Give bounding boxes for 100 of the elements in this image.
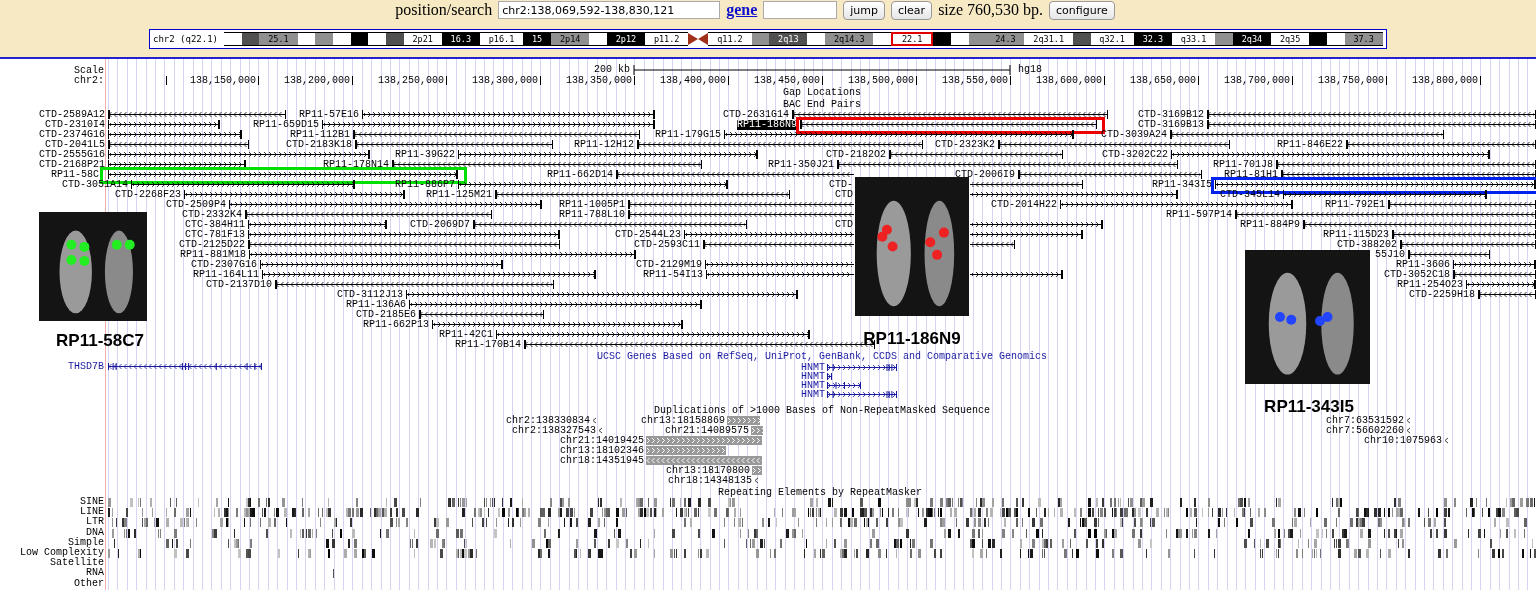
gene-label: THSD7B bbox=[68, 362, 104, 372]
clone-label: RP11-881M18 bbox=[180, 250, 246, 260]
clone-label: CTD-2137D10 bbox=[206, 280, 272, 290]
chromosome-band: 2p12 bbox=[606, 32, 646, 46]
gene-label: HNMT bbox=[801, 381, 825, 391]
clone-label: CTD-3169B13 bbox=[1138, 120, 1204, 130]
scale-bar-label: 200 kb bbox=[594, 65, 630, 75]
jump-button[interactable]: jump bbox=[843, 0, 885, 20]
clone-label: RP11-170B14 bbox=[455, 340, 521, 350]
clone-label: CTD-3169B12 bbox=[1138, 110, 1204, 120]
clone-label: CTD-2006I9 bbox=[955, 170, 1015, 180]
duplication-label: chr7:56602260 bbox=[1326, 426, 1404, 436]
duplication-label: chr10:1075963 bbox=[1364, 436, 1442, 446]
clone-label: CTD-2631G14 bbox=[723, 110, 789, 120]
gene-field[interactable] bbox=[763, 1, 838, 19]
clone-label: CTD-3039A24 bbox=[1101, 130, 1167, 140]
track-title: Duplications of >1000 Bases of Non-RepeatMasked Sequence bbox=[653, 406, 991, 416]
clone-label: CTD-3202C22 bbox=[1102, 150, 1168, 160]
duplication-label: chr13:18158869 bbox=[641, 416, 725, 426]
ruler-tick-label: 138,550,000 bbox=[942, 76, 1008, 86]
repeat-class-label: Low Complexity bbox=[20, 548, 104, 558]
clone-label: RP11-343I5 bbox=[1152, 180, 1212, 190]
gene-link[interactable]: gene bbox=[726, 1, 758, 19]
clone-label: RP11-178N14 bbox=[323, 160, 389, 170]
duplication-label: chr13:18170800 bbox=[666, 466, 750, 476]
chromosome-band: p11.2 bbox=[645, 32, 689, 46]
chromosome-band: 2p14 bbox=[551, 32, 590, 46]
track-title: UCSC Genes Based on RefSeq, UniProt, GenBank, CCDS and Comparative Genomics bbox=[596, 352, 1047, 362]
chromosome-label: chr2: bbox=[74, 76, 104, 86]
duplication-label: chr2:138327543 bbox=[512, 426, 596, 436]
clone-label: RP11-112B1 bbox=[290, 130, 350, 140]
clone-label: CTD bbox=[835, 190, 853, 200]
clone-label: RP11-3606 bbox=[1396, 260, 1450, 270]
clone-label: CTD-2268F23 bbox=[115, 190, 181, 200]
clone-label: RP11-54I13 bbox=[643, 270, 703, 280]
chromosome-band: 2q14.3 bbox=[825, 32, 874, 46]
clone-label: RP11-792E1 bbox=[1325, 200, 1385, 210]
chromosome-band: 15 bbox=[523, 32, 552, 46]
image-caption: RP11-58C7 bbox=[56, 332, 144, 350]
chromosome-band: 22.1 bbox=[891, 32, 934, 46]
image-caption: RP11-343I5 bbox=[1264, 398, 1354, 416]
clone-label: RP11-12H12 bbox=[574, 140, 634, 150]
duplication-label: chr21:14019425 bbox=[560, 436, 644, 446]
clone-label: CTD-2589A12 bbox=[39, 110, 105, 120]
clone-label: CTD-2555G16 bbox=[39, 150, 105, 160]
clear-button[interactable]: clear bbox=[891, 0, 933, 20]
chromosome-band: 37.3 bbox=[1344, 32, 1383, 46]
gene-label: HNMT bbox=[801, 363, 825, 373]
scale-label: Scale bbox=[74, 66, 104, 76]
clone-label: CTD-3112J13 bbox=[337, 290, 403, 300]
position-field[interactable]: chr2:138,069,592-138,830,121 bbox=[498, 1, 721, 19]
clone-label: CTD-2307G16 bbox=[191, 260, 257, 270]
chromosome-band: 2q13 bbox=[769, 32, 808, 46]
duplication-label: chr18:14348135 bbox=[668, 476, 752, 486]
chromosome-band: 2p21 bbox=[403, 32, 442, 46]
ruler-tick-label: 138,500,000 bbox=[848, 76, 914, 86]
track-title: Repeating Elements by RepeatMasker bbox=[718, 488, 922, 498]
clone-label: RP11-788L10 bbox=[559, 210, 625, 220]
chromosome-band: q33.1 bbox=[1171, 32, 1216, 46]
clone-label: CTD-2374G16 bbox=[39, 130, 105, 140]
clone-label: RP11-39G22 bbox=[395, 150, 455, 160]
ruler-tick-label: 138,250,000 bbox=[378, 76, 444, 86]
clone-label: CTD-2332K4 bbox=[182, 210, 242, 220]
clone-label: RP11-659D15 bbox=[253, 120, 319, 130]
ruler-tick-label: 138,750,000 bbox=[1318, 76, 1384, 86]
chromosome-band: 2q34 bbox=[1232, 32, 1272, 46]
repeat-class-label: SINE bbox=[80, 497, 104, 507]
assembly-label: hg18 bbox=[1018, 65, 1042, 75]
clone-label: CTD-2014H22 bbox=[991, 200, 1057, 210]
clone-label: RP11-42C1 bbox=[439, 330, 493, 340]
chromosome-band: 25.1 bbox=[259, 32, 298, 46]
chromosome-band: 2q35 bbox=[1271, 32, 1310, 46]
clone-label: RP11-179G15 bbox=[655, 130, 721, 140]
clone-label: RP11-662D14 bbox=[547, 170, 613, 180]
configure-button[interactable]: configure bbox=[1049, 0, 1115, 20]
clone-label: RP11-186N9 bbox=[737, 120, 797, 130]
clone-label: CTD-2129M19 bbox=[636, 260, 702, 270]
size-text: size 760,530 bp. bbox=[938, 1, 1043, 19]
clone-label: RP11-164L11 bbox=[193, 270, 259, 280]
clone-label: CTD-3051A14 bbox=[62, 180, 128, 190]
clone-label: RP11-846E22 bbox=[1277, 140, 1343, 150]
clone-label: CTD-2183K18 bbox=[286, 140, 352, 150]
track-title: Gap Locations bbox=[783, 88, 861, 98]
clone-label: CTD-2593C11 bbox=[634, 240, 700, 250]
ruler-tick-label: 138,400,000 bbox=[660, 76, 726, 86]
clone-label: RP11-701J8 bbox=[1213, 160, 1273, 170]
chromosome-label: chr2 (q22.1) bbox=[153, 34, 219, 44]
repeat-class-label: Simple bbox=[68, 537, 104, 548]
clone-label: RP11-884P9 bbox=[1240, 220, 1300, 230]
ruler-tick-label: 138,600,000 bbox=[1036, 76, 1102, 86]
ruler-tick-label: 138,700,000 bbox=[1224, 76, 1290, 86]
clone-label: CTD-2509P4 bbox=[166, 200, 226, 210]
chromosome-ideogram[interactable]: chr2 (q22.1) 25.1 2p21 16.3 p16.1 15 2p14 2p12 p11.2 q11.2 2q13 2q14.3 22.1 24.3 2q31.1 q32.1 32.3 q33.1 2q34 2q35 37.3 bbox=[149, 29, 1387, 49]
clone-label: CTD-2259H18 bbox=[1409, 290, 1475, 300]
gene-label: HNMT bbox=[801, 372, 825, 382]
clone-label: CTC-781F13 bbox=[185, 230, 245, 240]
clone-label: RP11-350J21 bbox=[768, 160, 834, 170]
ruler-tick-label: 138,150,000 bbox=[190, 76, 256, 86]
clone-label: CTD bbox=[835, 220, 853, 230]
duplication-label: chr13:18102346 bbox=[560, 446, 644, 456]
